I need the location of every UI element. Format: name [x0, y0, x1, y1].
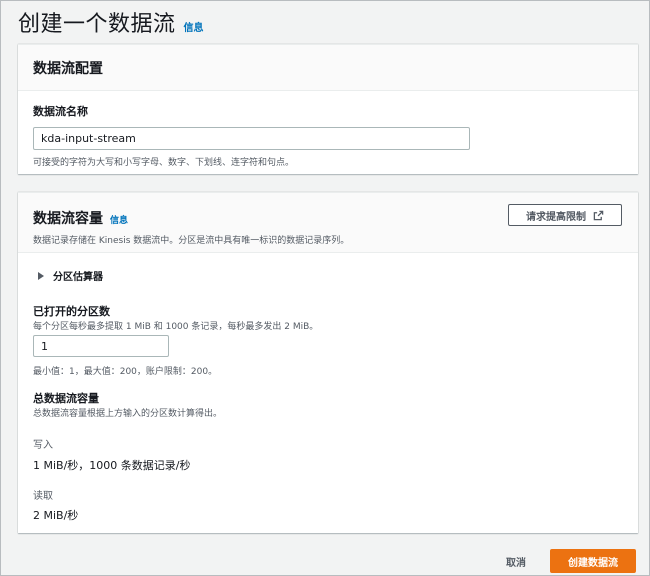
- stream-capacity-description: 数据记录存储在 Kinesis 数据流中。分区是流中具有唯一标识的数据记录序列。: [33, 236, 350, 246]
- page-header: 创建一个数据流 信息: [18, 6, 204, 38]
- stream-name-constraint: 可接受的字符为大写和小写字母、数字、下划线、连字符和句点。: [33, 158, 295, 168]
- external-link-icon: [593, 210, 604, 220]
- page-title: 创建一个数据流: [18, 12, 176, 37]
- page-info-link[interactable]: 信息: [184, 19, 204, 34]
- stream-capacity-panel: 数据流容量 信息 数据记录存储在 Kinesis 数据流中。分区是流中具有唯一标…: [18, 192, 638, 533]
- write-capacity-key: 写入: [33, 440, 53, 451]
- stream-name-label: 数据流名称: [33, 105, 88, 118]
- stream-config-panel: 数据流配置 数据流名称 可接受的字符为大写和小写字母、数字、下划线、连字符和句点…: [18, 44, 638, 174]
- caret-right-icon: [38, 271, 44, 280]
- open-shards-constraint: 最小值：1，最大值：200，账户限制：200。: [33, 367, 218, 377]
- request-limit-increase-button[interactable]: 请求提高限制: [508, 204, 622, 226]
- total-capacity-label: 总数据流容量: [33, 392, 99, 405]
- request-limit-label: 请求提高限制: [526, 211, 586, 223]
- stream-name-input[interactable]: [33, 127, 470, 150]
- shard-estimator-expander[interactable]: 分区估算器: [38, 268, 103, 283]
- total-capacity-description: 总数据流容量根据上方输入的分区数计算得出。: [33, 409, 223, 419]
- form-footer: 取消 创建数据流: [506, 549, 636, 573]
- create-stream-button[interactable]: 创建数据流: [550, 549, 636, 573]
- stream-capacity-title: 数据流容量: [33, 211, 103, 227]
- open-shards-description: 每个分区每秒最多提取 1 MiB 和 1000 条记录，每秒最多发出 2 MiB…: [33, 322, 319, 332]
- stream-config-header: 数据流配置: [18, 45, 638, 91]
- read-capacity-key: 读取: [33, 491, 53, 502]
- stream-config-body: 数据流名称 可接受的字符为大写和小写字母、数字、下划线、连字符和句点。: [18, 91, 638, 168]
- open-shards-input[interactable]: [33, 335, 169, 357]
- shard-estimator-label: 分区估算器: [53, 272, 103, 283]
- write-capacity-value: 1 MiB/秒，1000 条数据记录/秒: [33, 459, 191, 472]
- read-capacity-value: 2 MiB/秒: [33, 509, 79, 522]
- open-shards-label: 已打开的分区数: [33, 305, 110, 318]
- stream-capacity-header: 数据流容量 信息 数据记录存储在 Kinesis 数据流中。分区是流中具有唯一标…: [18, 193, 638, 253]
- cancel-button[interactable]: 取消: [506, 554, 526, 569]
- stream-config-title: 数据流配置: [33, 60, 103, 77]
- capacity-info-link[interactable]: 信息: [110, 213, 128, 226]
